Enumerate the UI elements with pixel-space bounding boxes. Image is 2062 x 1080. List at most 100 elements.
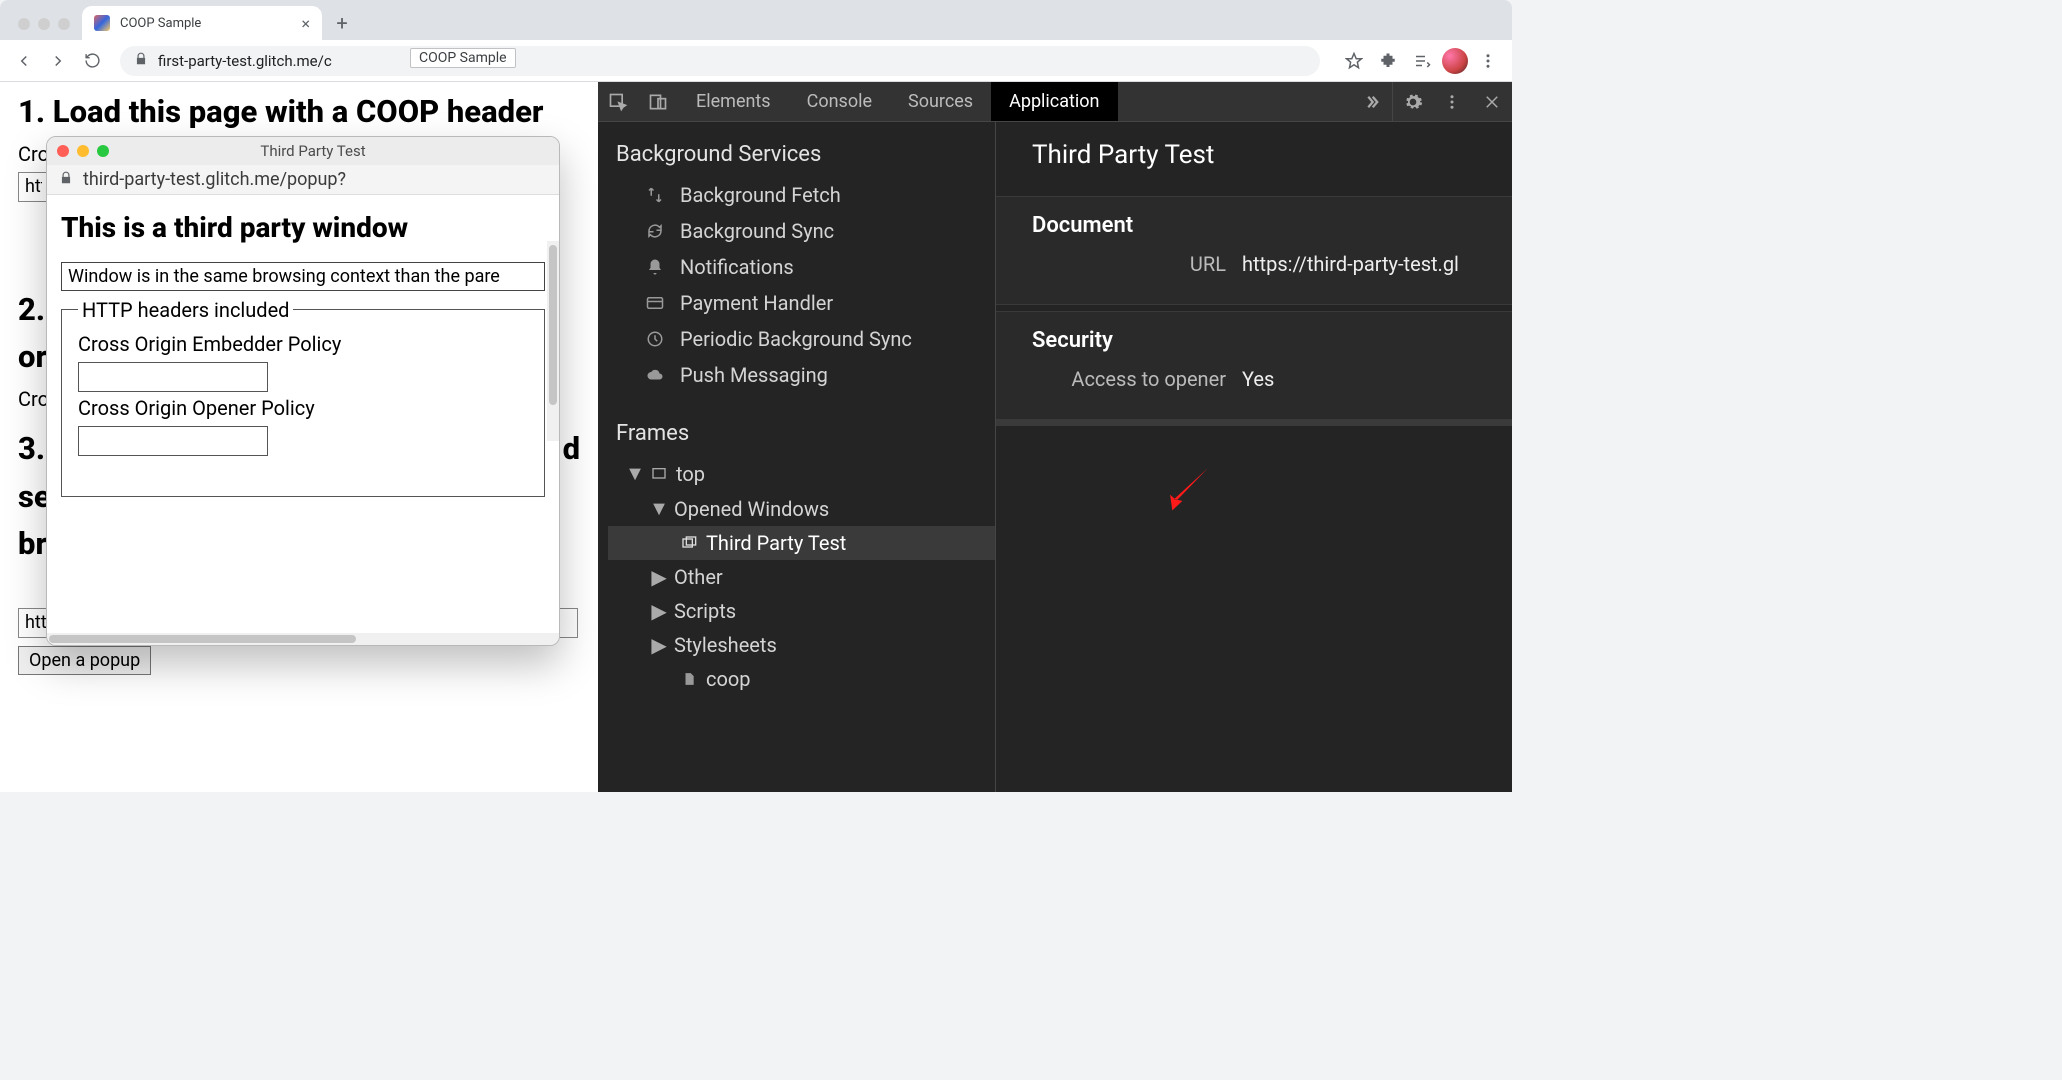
address-bar[interactable]: first-party-test.glitch.me/c COOP Sample — [120, 46, 1320, 76]
lock-icon — [59, 169, 73, 190]
sidebar-item-background-sync[interactable]: Background Sync — [598, 213, 995, 249]
tree-item-coop[interactable]: coop — [608, 662, 995, 696]
popup-scrollbar-horizontal[interactable] — [47, 633, 559, 645]
browser-toolbar: first-party-test.glitch.me/c COOP Sample — [0, 40, 1512, 82]
popup-status-text: Window is in the same browsing context t… — [61, 262, 545, 291]
tree-item-other[interactable]: ▶ Other — [608, 560, 995, 594]
kv-key: URL — [996, 252, 1242, 276]
profile-avatar[interactable] — [1442, 48, 1468, 74]
popup-window-title: Third Party Test — [117, 142, 549, 160]
tree-item-top[interactable]: ▼ top — [608, 456, 995, 491]
media-icon[interactable] — [1408, 47, 1436, 75]
back-button[interactable] — [10, 47, 38, 75]
lock-icon — [134, 52, 148, 70]
sidebar-item-background-fetch[interactable]: Background Fetch — [598, 177, 995, 213]
tab-strip: COOP Sample × + — [0, 0, 1512, 40]
macos-min-dot[interactable] — [38, 18, 50, 30]
sidebar-item-label: Background Sync — [680, 219, 834, 243]
chevron-down-icon: ▼ — [628, 461, 642, 486]
tab-close-icon[interactable]: × — [301, 14, 310, 33]
star-icon[interactable] — [1340, 47, 1368, 75]
popup-min-dot[interactable] — [77, 145, 89, 157]
open-popup-button[interactable]: Open a popup — [18, 646, 151, 675]
page-viewport: 1. Load this page with a COOP header Cro… — [0, 82, 598, 792]
kv-key: Access to opener — [996, 367, 1242, 391]
fieldset-legend: HTTP headers included — [78, 298, 293, 322]
chevron-right-icon: ▶ — [652, 565, 666, 589]
gear-icon[interactable] — [1392, 82, 1432, 121]
sidebar-item-notifications[interactable]: Notifications — [598, 249, 995, 285]
coop-label: Cross Origin Opener Policy — [78, 396, 528, 420]
popup-max-dot[interactable] — [97, 145, 109, 157]
device-toggle-icon[interactable] — [638, 82, 678, 121]
sidebar-item-payment-handler[interactable]: Payment Handler — [598, 285, 995, 321]
chevron-right-icon: ▶ — [652, 599, 666, 623]
http-input-fragment[interactable] — [18, 172, 48, 202]
popup-close-dot[interactable] — [57, 145, 69, 157]
sidebar-item-label: Background Fetch — [680, 183, 841, 207]
heading-step-1: 1. Load this page with a COOP header — [18, 94, 580, 130]
section-heading-document: Document — [996, 213, 1512, 252]
tree-label: Other — [674, 565, 723, 589]
sidebar-item-label: Push Messaging — [680, 363, 828, 387]
tree-label: Third Party Test — [706, 531, 846, 555]
browser-window: COOP Sample × + first-party-test.glitch.… — [0, 0, 1512, 792]
card-icon — [644, 294, 666, 312]
forward-button[interactable] — [44, 47, 72, 75]
frame-icon — [650, 466, 668, 482]
coop-input[interactable] — [78, 426, 268, 456]
tree-item-stylesheets[interactable]: ▶ Stylesheets — [608, 628, 995, 662]
heading-step-3-tail: d — [563, 431, 580, 467]
frame-detail-pane: Third Party Test Document URL https://th… — [996, 122, 1512, 792]
popup-window: Third Party Test third-party-test.glitch… — [46, 136, 560, 646]
devtools-close-icon[interactable] — [1472, 82, 1512, 121]
popup-titlebar: Third Party Test — [47, 137, 559, 165]
tab-console[interactable]: Console — [789, 82, 890, 121]
coep-input[interactable] — [78, 362, 268, 392]
favicon-icon — [94, 15, 110, 31]
clock-icon — [644, 330, 666, 348]
tree-label: Scripts — [674, 599, 736, 623]
kv-value: https://third-party-test.gl — [1242, 252, 1459, 276]
tab-title: COOP Sample — [120, 16, 201, 31]
sidebar-item-push-messaging[interactable]: Push Messaging — [598, 357, 995, 393]
devtools-menu-icon[interactable] — [1432, 82, 1472, 121]
page-title-tooltip: COOP Sample — [410, 48, 516, 68]
macos-max-dot[interactable] — [58, 18, 70, 30]
macos-close-dot[interactable] — [18, 18, 30, 30]
sidebar-item-periodic-sync[interactable]: Periodic Background Sync — [598, 321, 995, 357]
swap-icon — [644, 186, 666, 204]
chevron-right-icon: ▶ — [652, 633, 666, 657]
inspect-icon[interactable] — [598, 82, 638, 121]
browser-tab[interactable]: COOP Sample × — [82, 6, 322, 40]
more-tabs-icon[interactable] — [1352, 82, 1392, 121]
tree-item-opened-windows[interactable]: ▼ Opened Windows — [608, 491, 995, 526]
tree-item-scripts[interactable]: ▶ Scripts — [608, 594, 995, 628]
sidebar-item-label: Periodic Background Sync — [680, 327, 912, 351]
reload-button[interactable] — [78, 47, 106, 75]
file-icon — [680, 671, 698, 687]
tab-application[interactable]: Application — [991, 82, 1117, 121]
cloud-icon — [644, 366, 666, 384]
application-sidebar: Background Services Background Fetch Bac… — [598, 122, 996, 792]
extensions-icon[interactable] — [1374, 47, 1402, 75]
popup-scrollbar-vertical[interactable] — [547, 241, 559, 441]
tab-sources[interactable]: Sources — [890, 82, 991, 121]
kv-url: URL https://third-party-test.gl — [996, 252, 1512, 284]
tree-label: Opened Windows — [674, 497, 829, 521]
tree-item-third-party-test[interactable]: Third Party Test — [608, 526, 995, 560]
sidebar-item-label: Payment Handler — [680, 291, 833, 315]
new-tab-button[interactable]: + — [328, 9, 356, 37]
http-headers-fieldset: HTTP headers included Cross Origin Embed… — [61, 309, 545, 497]
bell-icon — [644, 258, 666, 276]
tree-label: Stylesheets — [674, 633, 777, 657]
kv-access-to-opener: Access to opener Yes — [996, 367, 1512, 399]
section-heading-security: Security — [996, 328, 1512, 367]
security-section: Security Access to opener Yes — [996, 311, 1512, 420]
address-bar-text: first-party-test.glitch.me/c — [158, 52, 332, 70]
toolbar-right — [1340, 47, 1502, 75]
sidebar-item-label: Notifications — [680, 255, 794, 279]
tab-elements[interactable]: Elements — [678, 82, 789, 121]
chrome-menu-icon[interactable] — [1474, 47, 1502, 75]
popup-address-bar[interactable]: third-party-test.glitch.me/popup? — [47, 165, 559, 195]
